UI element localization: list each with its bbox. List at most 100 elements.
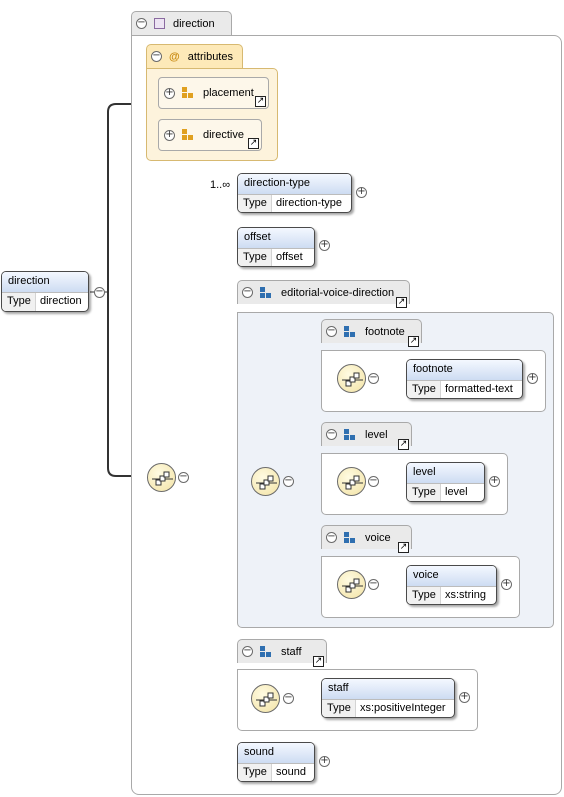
collapse-icon[interactable]: − [242, 287, 253, 298]
attribute-placement[interactable]: + placement [158, 77, 269, 109]
element-name: direction-type [238, 174, 351, 194]
attribute-name: placement [203, 87, 254, 99]
element-type-row: Type direction-type [238, 194, 351, 212]
group-name: voice [365, 531, 391, 544]
element-name: footnote [407, 360, 522, 380]
type-label: Type [407, 587, 441, 604]
type-value: formatted-text [445, 383, 513, 395]
sequence-compositor-icon[interactable] [251, 684, 280, 713]
element-type-row: Type sound [238, 763, 314, 781]
jump-arrow-icon[interactable]: ↗ [398, 439, 409, 450]
type-value: xs:positiveInteger [360, 702, 446, 714]
type-label: Type [238, 764, 272, 781]
attributes-tab[interactable]: − @ attributes [146, 44, 243, 68]
sequence-compositor-icon[interactable] [337, 364, 366, 393]
type-label: Type [2, 293, 36, 311]
collapse-icon[interactable]: − [368, 579, 379, 590]
expand-icon[interactable]: + [319, 756, 330, 767]
jump-arrow-icon[interactable]: ↗ [408, 336, 419, 347]
collapse-icon[interactable]: − [151, 51, 162, 62]
collapse-root-icon[interactable]: − [94, 287, 105, 298]
attributes-title: attributes [187, 50, 233, 63]
element-type-row: Type direction [2, 292, 88, 311]
element-footnote[interactable]: footnote Type formatted-text [406, 359, 523, 399]
collapse-icon[interactable]: − [283, 693, 294, 704]
expand-icon[interactable]: + [501, 579, 512, 590]
expand-icon[interactable]: + [164, 129, 175, 141]
expand-icon[interactable]: + [319, 240, 330, 251]
type-value: sound [276, 766, 306, 778]
element-type-row: Type level [407, 483, 484, 501]
model-group-icon [344, 325, 356, 338]
type-value: direction-type [276, 197, 343, 209]
expand-icon[interactable]: + [356, 187, 367, 198]
element-type-row: Type xs:positiveInteger [322, 699, 454, 717]
collapse-icon[interactable]: − [178, 472, 189, 483]
group-tab-footnote[interactable]: − footnote [321, 319, 422, 343]
element-name: sound [238, 743, 314, 763]
collapse-icon[interactable]: − [283, 476, 294, 487]
expand-icon[interactable]: + [459, 692, 470, 703]
element-offset[interactable]: offset Type offset [237, 227, 315, 267]
expand-icon[interactable]: + [489, 476, 500, 487]
element-name: offset [238, 228, 314, 248]
sequence-compositor-icon[interactable] [147, 463, 176, 492]
cardinality-label: 1..∞ [210, 179, 231, 191]
collapse-icon[interactable]: − [368, 373, 379, 384]
sequence-compositor-icon[interactable] [337, 570, 366, 599]
type-label: Type [238, 249, 272, 266]
collapse-icon[interactable]: − [326, 429, 337, 440]
element-voice[interactable]: voice Type xs:string [406, 565, 497, 605]
jump-arrow-icon[interactable]: ↗ [255, 96, 266, 107]
root-element-direction[interactable]: direction Type direction [1, 271, 89, 312]
type-value: offset [276, 251, 303, 263]
element-level[interactable]: level Type level [406, 462, 485, 502]
attribute-icon: @ [169, 50, 180, 63]
attribute-icon [182, 87, 194, 99]
sequence-compositor-icon[interactable] [337, 467, 366, 496]
attribute-icon [182, 129, 194, 141]
complex-type-tab[interactable]: − direction [131, 11, 232, 35]
group-name: footnote [365, 325, 405, 338]
element-name: level [407, 463, 484, 483]
expand-icon[interactable]: + [527, 373, 538, 384]
sequence-compositor-icon[interactable] [251, 467, 280, 496]
jump-arrow-icon[interactable]: ↗ [248, 138, 259, 149]
jump-arrow-icon[interactable]: ↗ [398, 542, 409, 553]
group-tab-editorial-voice-direction[interactable]: − editorial-voice-direction [237, 280, 410, 304]
collapse-icon[interactable]: − [136, 18, 147, 29]
element-staff[interactable]: staff Type xs:positiveInteger [321, 678, 455, 718]
element-name: direction [2, 272, 88, 292]
element-name: voice [407, 566, 496, 586]
element-type-row: Type xs:string [407, 586, 496, 604]
jump-arrow-icon[interactable]: ↗ [313, 656, 324, 667]
element-direction-type[interactable]: direction-type Type direction-type [237, 173, 352, 213]
collapse-icon[interactable]: − [242, 646, 253, 657]
group-name: editorial-voice-direction [281, 286, 395, 299]
collapse-icon[interactable]: − [326, 326, 337, 337]
type-value: direction [40, 295, 82, 307]
model-group-icon [344, 428, 356, 441]
type-label: Type [407, 381, 441, 398]
model-group-icon [344, 531, 356, 544]
element-sound[interactable]: sound Type sound [237, 742, 315, 782]
type-label: Type [407, 484, 441, 501]
element-type-row: Type formatted-text [407, 380, 522, 398]
group-name: staff [281, 645, 302, 658]
model-group-icon [260, 645, 272, 658]
complex-type-name: direction [173, 17, 215, 30]
attribute-directive[interactable]: + directive [158, 119, 262, 151]
jump-arrow-icon[interactable]: ↗ [396, 297, 407, 308]
attribute-name: directive [203, 129, 244, 141]
model-group-icon [260, 286, 272, 299]
group-name: level [365, 428, 388, 441]
type-label: Type [322, 700, 356, 717]
collapse-icon[interactable]: − [368, 476, 379, 487]
collapse-icon[interactable]: − [326, 532, 337, 543]
type-label: Type [238, 195, 272, 212]
expand-icon[interactable]: + [164, 87, 175, 99]
type-value: xs:string [445, 589, 486, 601]
element-type-row: Type offset [238, 248, 314, 266]
type-value: level [445, 486, 468, 498]
complex-type-icon [154, 18, 165, 29]
